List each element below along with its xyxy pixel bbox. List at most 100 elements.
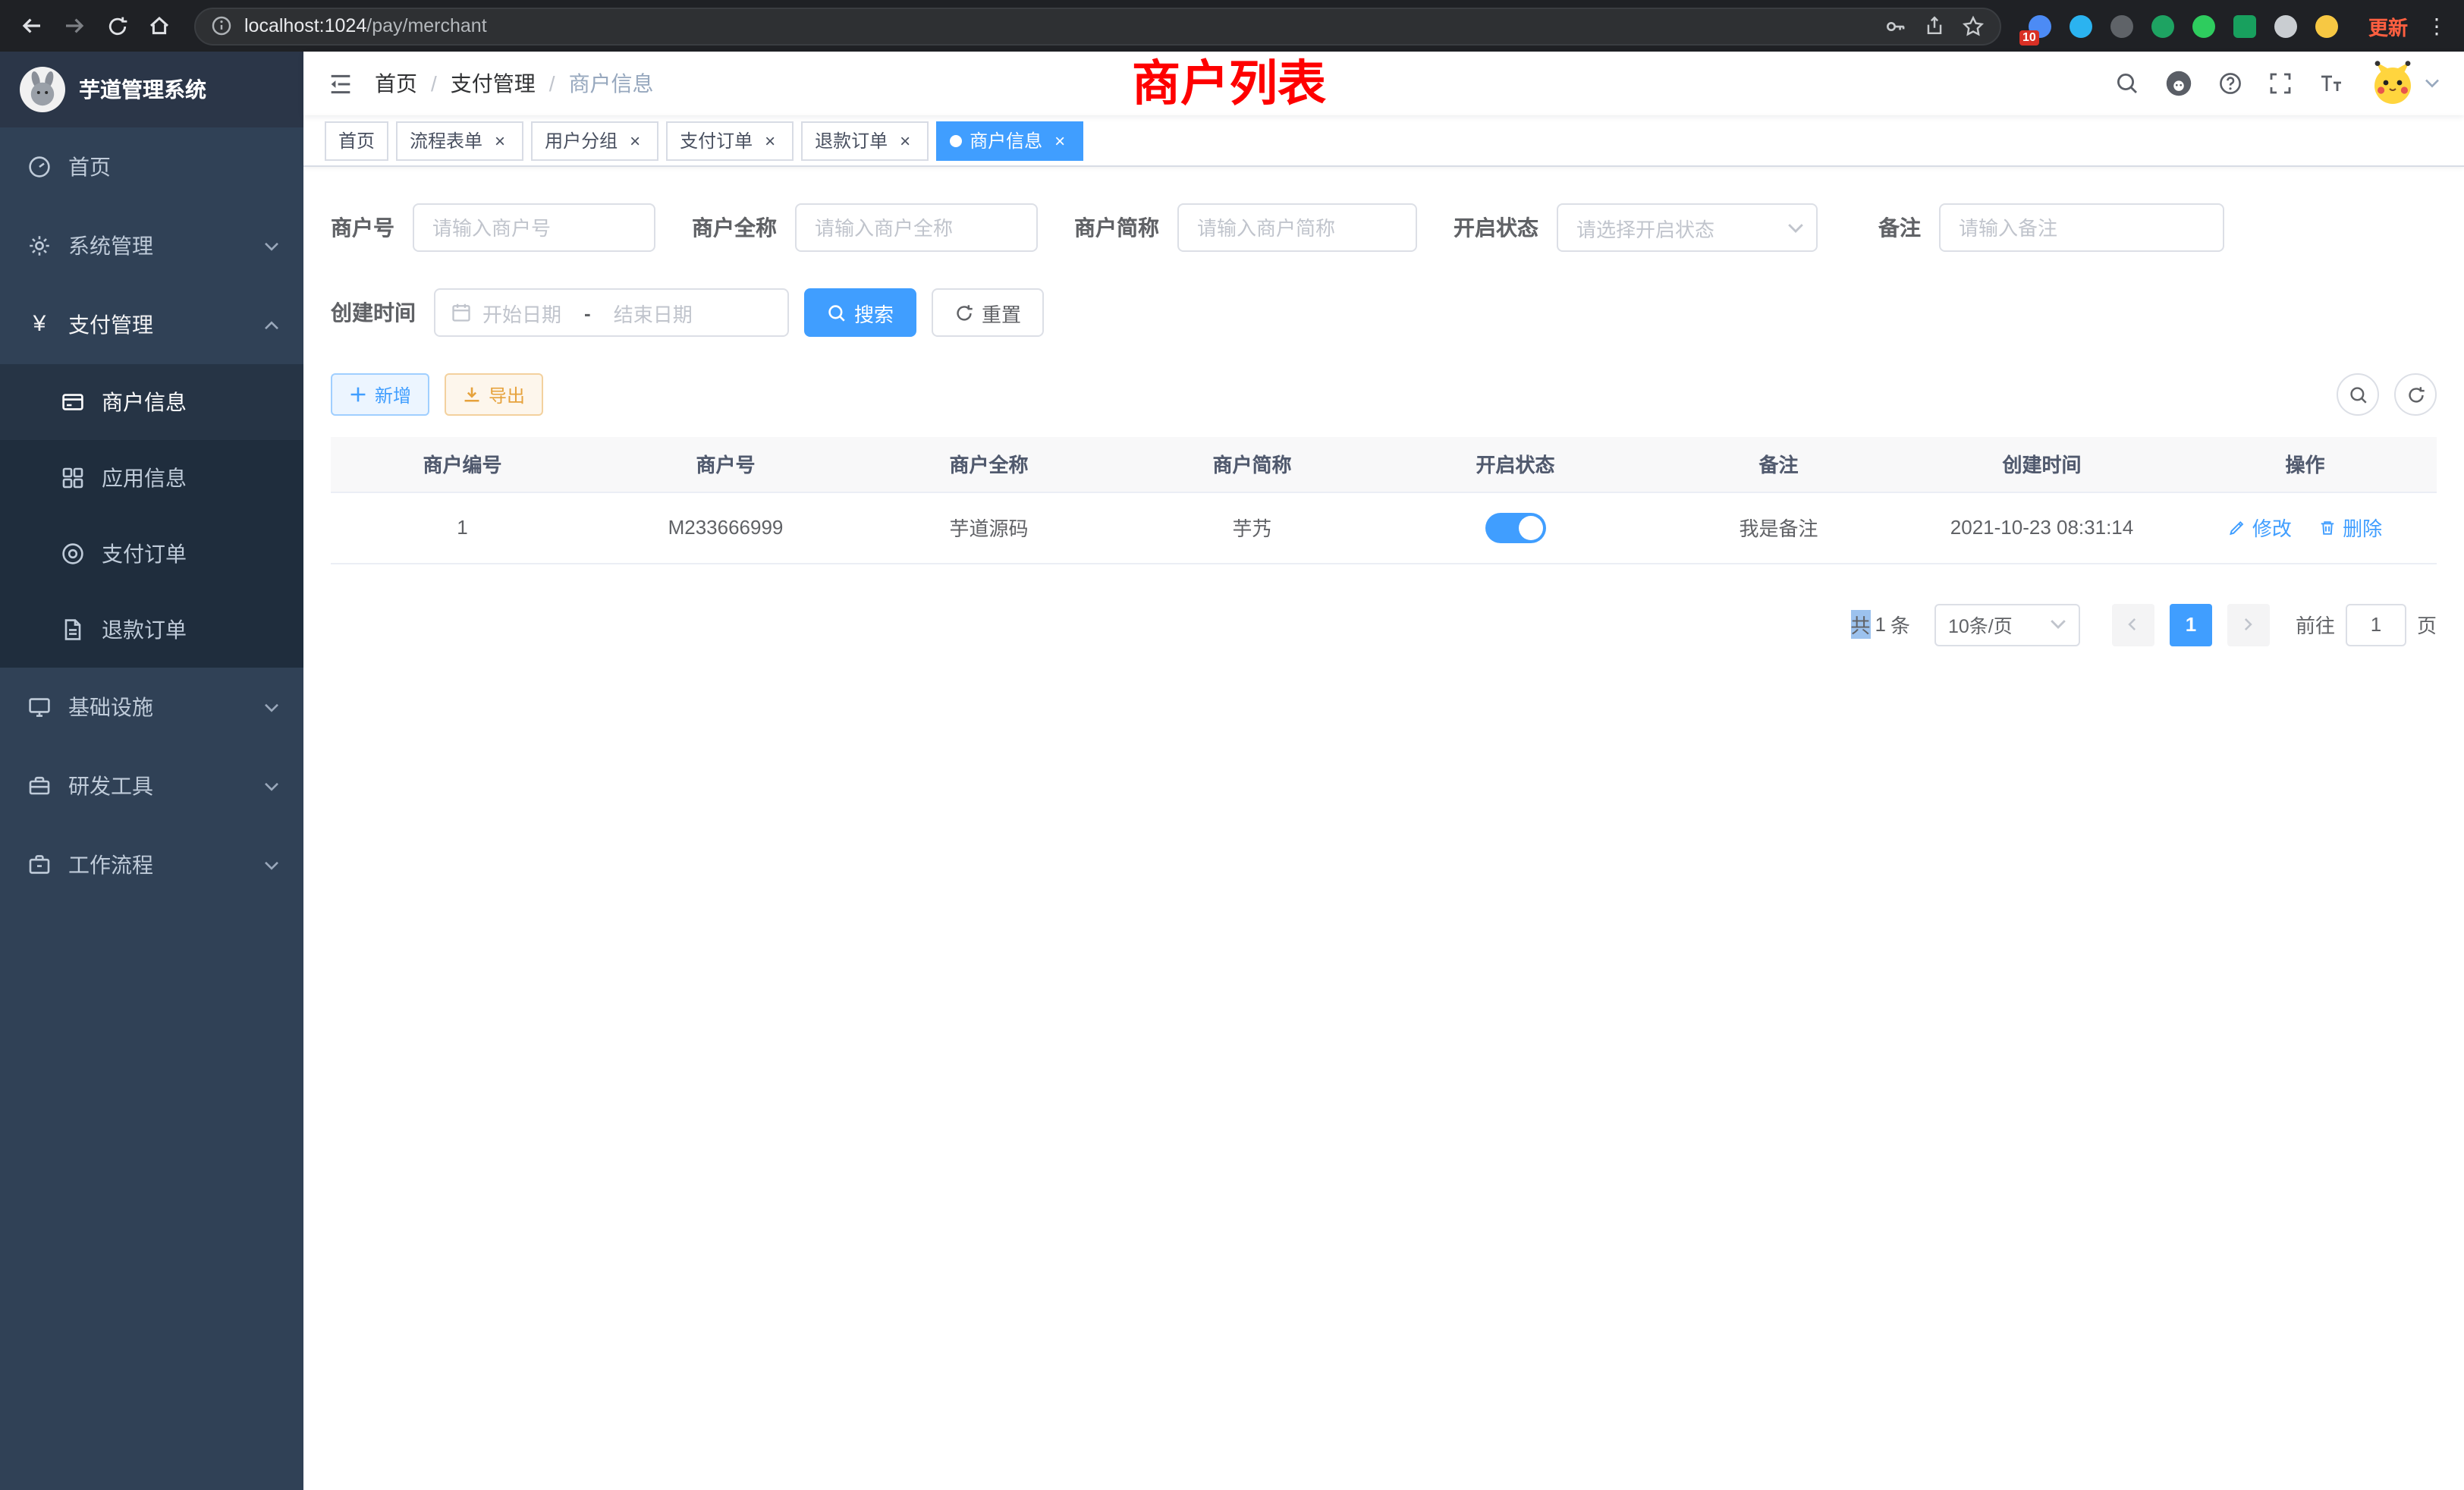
breadcrumb-separator: /	[431, 71, 437, 96]
browser-menu-icon[interactable]: ⋮	[2425, 13, 2449, 39]
extension-icon[interactable]	[2232, 12, 2259, 39]
breadcrumb-payment[interactable]: 支付管理	[451, 68, 536, 99]
extension-icon[interactable]	[2273, 12, 2300, 39]
sidebar-subitem-refund-order[interactable]: 退款订单	[0, 592, 303, 668]
filter-row-2: 创建时间 开始日期 - 结束日期 搜索 重置	[331, 288, 2437, 337]
extension-icon[interactable]	[2150, 12, 2177, 39]
url-bar[interactable]: localhost:1024/pay/merchant	[194, 7, 2001, 45]
share-icon[interactable]	[1924, 15, 1945, 36]
reset-button-label: 重置	[982, 298, 1021, 327]
font-size-icon[interactable]	[2318, 71, 2344, 96]
sidebar-subitem-merchant-info[interactable]: 商户信息	[0, 364, 303, 440]
sidebar-item-system[interactable]: 系统管理	[0, 206, 303, 285]
extension-icon[interactable]	[2068, 12, 2095, 39]
help-icon[interactable]	[2218, 71, 2242, 96]
password-key-icon[interactable]	[1884, 14, 1907, 37]
search-button[interactable]: 搜索	[804, 288, 916, 337]
next-page-button[interactable]	[2227, 603, 2270, 646]
sidebar-subitem-app-info[interactable]: 应用信息	[0, 440, 303, 516]
url-text[interactable]: localhost:1024/pay/merchant	[244, 15, 487, 36]
back-arrow-icon	[20, 14, 44, 38]
tab-pay-order[interactable]: 支付订单 ×	[666, 121, 794, 160]
active-tab-dot	[950, 134, 962, 146]
pagination-goto: 前往 页	[2296, 603, 2437, 646]
table-header-row: 商户编号 商户号 商户全称 商户简称 开启状态 备注 创建时间 操作	[331, 437, 2437, 492]
tab-process-form[interactable]: 流程表单 ×	[396, 121, 523, 160]
date-range-picker[interactable]: 开始日期 - 结束日期	[434, 288, 789, 337]
filter-create-time: 创建时间 开始日期 - 结束日期	[331, 288, 789, 337]
page-number-button[interactable]: 1	[2170, 603, 2212, 646]
reset-button[interactable]: 重置	[932, 288, 1044, 337]
main-area: 首页 / 支付管理 / 商户信息 商户列表	[303, 52, 2464, 1490]
browser-home-button[interactable]	[140, 6, 179, 46]
chevron-up-icon	[264, 319, 279, 330]
prev-page-button[interactable]	[2112, 603, 2154, 646]
merchant-no-input[interactable]	[413, 203, 655, 252]
tab-user-group[interactable]: 用户分组 ×	[531, 121, 658, 160]
table-column-header: 开启状态	[1384, 437, 1647, 492]
sidebar-item-devtools[interactable]: 研发工具	[0, 747, 303, 825]
status-toggle[interactable]	[1485, 512, 1546, 542]
cell-status	[1384, 492, 1647, 563]
add-button[interactable]: 新增	[331, 373, 429, 416]
tab-merchant-info[interactable]: 商户信息 ×	[936, 121, 1083, 160]
status-select[interactable]: 请选择开启状态	[1557, 203, 1818, 252]
field-label: 商户全称	[692, 212, 777, 243]
sidebar-toggle-icon[interactable]	[328, 71, 354, 96]
extension-icon[interactable]: 10	[2027, 12, 2054, 39]
export-button-label: 导出	[489, 382, 525, 407]
close-icon[interactable]: ×	[895, 130, 915, 150]
sidebar-item-workflow[interactable]: 工作流程	[0, 825, 303, 904]
edit-button[interactable]: 修改	[2228, 513, 2292, 542]
github-icon[interactable]	[2165, 70, 2192, 97]
extension-icon[interactable]	[2314, 12, 2341, 39]
delete-button[interactable]: 删除	[2318, 513, 2382, 542]
table-column-header: 创建时间	[1910, 437, 2173, 492]
sidebar-subitem-pay-order[interactable]: 支付订单	[0, 516, 303, 592]
tab-label: 支付订单	[680, 127, 753, 153]
refresh-table-button[interactable]	[2394, 373, 2437, 416]
sidebar-item-home[interactable]: 首页	[0, 127, 303, 206]
extension-icon[interactable]	[2191, 12, 2218, 39]
merchant-shortname-input[interactable]	[1177, 203, 1417, 252]
app-logo[interactable]: 芋道管理系统	[0, 52, 303, 127]
site-info-icon[interactable]	[211, 15, 232, 36]
export-button[interactable]: 导出	[445, 373, 543, 416]
close-icon[interactable]: ×	[490, 130, 510, 150]
close-icon[interactable]: ×	[1050, 130, 1070, 150]
yen-icon: ¥	[27, 313, 52, 337]
browser-forward-button[interactable]	[55, 6, 94, 46]
sidebar-item-payment[interactable]: ¥ 支付管理	[0, 285, 303, 364]
browser-reload-button[interactable]	[97, 6, 137, 46]
pagination: 共 1 条 10条/页 1 前	[331, 603, 2437, 646]
remark-input[interactable]	[1939, 203, 2224, 252]
close-icon[interactable]: ×	[760, 130, 780, 150]
bookmark-star-icon[interactable]	[1962, 14, 1985, 37]
breadcrumb-home[interactable]: 首页	[375, 68, 417, 99]
user-avatar[interactable]	[2370, 61, 2440, 106]
sidebar-item-label: 首页	[68, 152, 111, 182]
page-size-select[interactable]: 10条/页	[1934, 603, 2080, 646]
fullscreen-icon[interactable]	[2268, 71, 2293, 96]
field-label: 创建时间	[331, 297, 416, 328]
tab-home[interactable]: 首页	[325, 121, 388, 160]
breadcrumb-current: 商户信息	[569, 68, 654, 99]
merchant-fullname-input[interactable]	[795, 203, 1038, 252]
extension-icon[interactable]	[2109, 12, 2136, 39]
dashboard-icon	[27, 155, 52, 179]
sidebar-item-label: 系统管理	[68, 231, 153, 261]
sidebar-item-infrastructure[interactable]: 基础设施	[0, 668, 303, 747]
delete-button-label: 删除	[2343, 513, 2382, 542]
tab-refund-order[interactable]: 退款订单 ×	[801, 121, 929, 160]
close-icon[interactable]: ×	[625, 130, 645, 150]
toggle-search-button[interactable]	[2337, 373, 2379, 416]
field-label: 商户简称	[1074, 212, 1159, 243]
browser-back-button[interactable]	[12, 6, 52, 46]
refresh-icon	[954, 303, 974, 322]
table-column-header: 商户简称	[1120, 437, 1384, 492]
search-icon[interactable]	[2115, 71, 2139, 96]
filter-row-1: 商户号 商户全称 商户简称 开启状态 请选择开启状态	[331, 203, 2437, 252]
goto-page-input[interactable]	[2346, 603, 2406, 646]
extension-badge: 10	[2019, 30, 2039, 46]
browser-update-button[interactable]: 更新	[2368, 11, 2408, 40]
